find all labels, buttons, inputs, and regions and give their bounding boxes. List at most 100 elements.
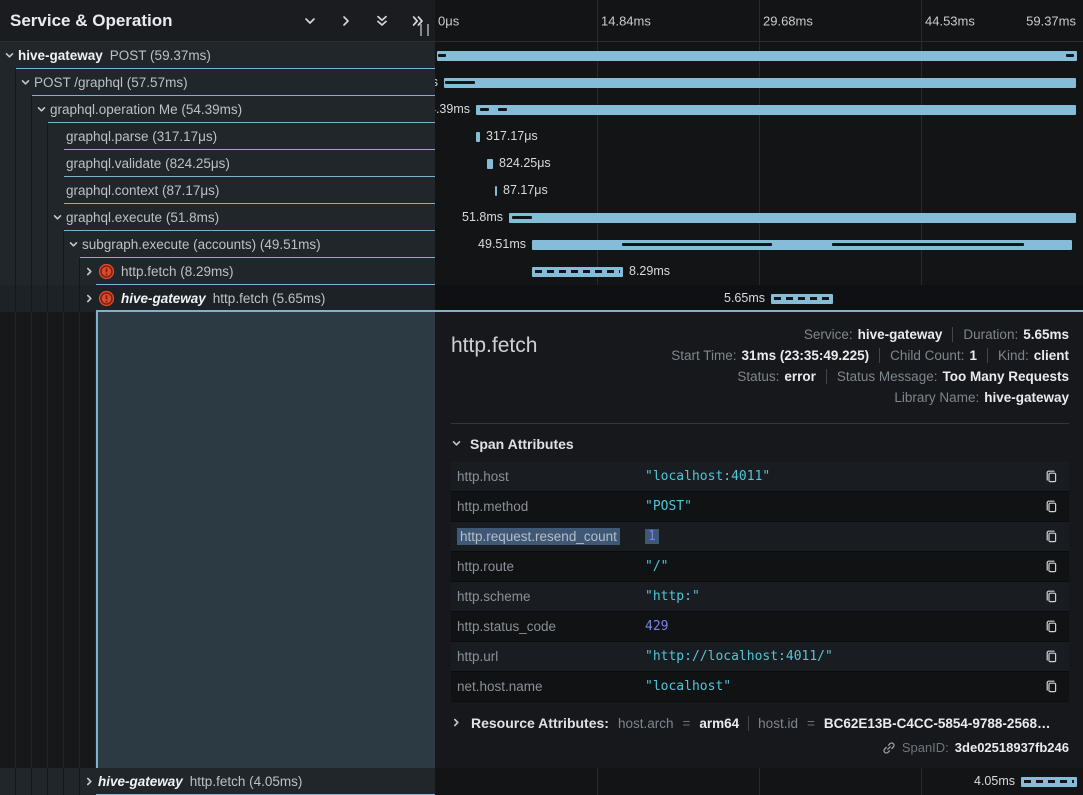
span-timeline-cell[interactable]: 8.29ms bbox=[435, 258, 1083, 285]
copy-icon[interactable] bbox=[1044, 649, 1059, 664]
child-span-mark bbox=[445, 81, 475, 84]
span-row[interactable]: graphql.validate (824.25μs)824.25μs bbox=[0, 150, 1083, 177]
double-chevron-down-icon[interactable] bbox=[375, 14, 389, 28]
duration-bar[interactable] bbox=[1021, 777, 1077, 787]
chevron-down-icon[interactable] bbox=[303, 14, 317, 28]
resource-equals: = bbox=[682, 716, 690, 731]
chevron-down-icon[interactable] bbox=[0, 50, 18, 61]
span-name-cell[interactable]: hive-gatewayPOST (59.37ms) bbox=[0, 42, 435, 69]
span-timeline-cell[interactable]: 49.51ms bbox=[435, 231, 1083, 258]
meta-label: Service: bbox=[804, 327, 853, 342]
span-name-cell[interactable]: hive-gatewayhttp.fetch (5.65ms) bbox=[0, 285, 435, 312]
attribute-value: "POST" bbox=[645, 499, 1036, 514]
span-id-row: SpanID: 3de02518937fb246 bbox=[451, 740, 1069, 755]
span-tree: hive-gatewayPOST (59.37ms)POST /graphql … bbox=[0, 42, 1083, 312]
resource-equals: = bbox=[807, 716, 815, 731]
copy-icon[interactable] bbox=[1044, 619, 1059, 634]
span-row[interactable]: hive-gatewayhttp.fetch (5.65ms)5.65ms bbox=[0, 285, 1083, 312]
span-name-cell[interactable]: graphql.context (87.17μs) bbox=[0, 177, 435, 204]
span-id-value: 3de02518937fb246 bbox=[955, 740, 1069, 755]
panel-resize-handle[interactable] bbox=[420, 24, 429, 36]
chevron-down-icon[interactable] bbox=[32, 104, 50, 115]
meta-value: error bbox=[784, 369, 816, 384]
chevron-right-icon[interactable] bbox=[339, 14, 353, 28]
span-name-label: subgraph.execute (accounts) (49.51ms) bbox=[82, 237, 321, 252]
child-span-mark bbox=[438, 54, 446, 57]
span-row[interactable]: graphql.context (87.17μs)87.17μs bbox=[0, 177, 1083, 204]
copy-icon[interactable] bbox=[1044, 559, 1059, 574]
duration-bar[interactable] bbox=[509, 213, 1076, 223]
span-name-cell[interactable]: hive-gatewayhttp.fetch (4.05ms) bbox=[0, 768, 435, 795]
span-meta-line: Status:errorStatus Message:Too Many Requ… bbox=[737, 366, 1069, 387]
span-timeline-cell[interactable]: 51.8ms bbox=[435, 204, 1083, 231]
span-row[interactable]: graphql.parse (317.17μs)317.17μs bbox=[0, 123, 1083, 150]
span-name-cell[interactable]: POST /graphql (57.57ms) bbox=[0, 69, 435, 96]
error-icon bbox=[98, 290, 115, 307]
divider bbox=[451, 423, 1069, 424]
copy-icon[interactable] bbox=[1044, 589, 1059, 604]
duration-bar[interactable] bbox=[437, 51, 1077, 61]
span-row[interactable]: POST /graphql (57.57ms)57.57ms bbox=[0, 69, 1083, 96]
span-timeline-cell[interactable]: 57.57ms bbox=[435, 69, 1083, 96]
attribute-key: http.status_code bbox=[457, 619, 645, 634]
span-name-label: http.fetch (5.65ms) bbox=[213, 291, 326, 306]
span-timeline-cell[interactable]: 87.17μs bbox=[435, 177, 1083, 204]
span-timeline-cell[interactable] bbox=[435, 42, 1083, 69]
meta-divider bbox=[879, 348, 880, 363]
attribute-value-text: "/" bbox=[645, 559, 668, 574]
span-name-cell[interactable]: subgraph.execute (accounts) (49.51ms) bbox=[0, 231, 435, 258]
duration-bar[interactable] bbox=[532, 240, 1072, 250]
span-row[interactable]: hive-gatewayPOST (59.37ms) bbox=[0, 42, 1083, 69]
chevron-down-icon[interactable] bbox=[64, 239, 82, 250]
attribute-key-text: http.request.resend_count bbox=[457, 528, 620, 545]
span-row[interactable]: hive-gatewayhttp.fetch (4.05ms) 4.05ms bbox=[0, 768, 1083, 795]
duration-label: 4.05ms bbox=[974, 768, 1015, 795]
meta-label: Status: bbox=[737, 369, 779, 384]
duration-bar[interactable] bbox=[495, 186, 497, 196]
span-meta-line: Service:hive-gatewayDuration:5.65ms bbox=[804, 324, 1069, 345]
span-timeline-cell[interactable]: 5.65ms bbox=[435, 285, 1083, 312]
duration-bar[interactable] bbox=[476, 105, 1076, 115]
duration-bar[interactable] bbox=[532, 267, 623, 277]
span-name-cell[interactable]: graphql.parse (317.17μs) bbox=[0, 123, 435, 150]
duration-bar[interactable] bbox=[444, 78, 1076, 88]
span-row[interactable]: graphql.execute (51.8ms)51.8ms bbox=[0, 204, 1083, 231]
span-timeline-cell[interactable]: 4.05ms bbox=[435, 768, 1083, 795]
span-name-cell[interactable]: http.fetch (8.29ms) bbox=[0, 258, 435, 285]
meta-divider bbox=[826, 369, 827, 384]
duration-bar[interactable] bbox=[487, 159, 493, 169]
span-meta: Service:hive-gatewayDuration:5.65ms Start… bbox=[671, 324, 1069, 408]
duration-bar[interactable] bbox=[771, 294, 833, 304]
chevron-right-icon[interactable] bbox=[80, 293, 98, 304]
copy-icon[interactable] bbox=[1044, 529, 1059, 544]
span-row[interactable]: subgraph.execute (accounts) (49.51ms) 49.… bbox=[0, 231, 1083, 258]
span-name-cell[interactable]: graphql.execute (51.8ms) bbox=[0, 204, 435, 231]
span-timeline-cell[interactable]: 54.39ms bbox=[435, 96, 1083, 123]
resource-attributes-row[interactable]: Resource Attributes:host.arch=arm64host.… bbox=[451, 715, 1069, 731]
span-timeline-cell[interactable]: 317.17μs bbox=[435, 123, 1083, 150]
copy-icon[interactable] bbox=[1044, 469, 1059, 484]
meta-label: Start Time: bbox=[671, 348, 736, 363]
span-row[interactable]: graphql.operation Me (54.39ms)54.39ms bbox=[0, 96, 1083, 123]
selected-span-accent-line bbox=[96, 310, 1083, 312]
copy-icon[interactable] bbox=[1044, 499, 1059, 514]
link-icon[interactable] bbox=[882, 741, 896, 755]
indent-guides bbox=[0, 150, 48, 177]
span-id-label: SpanID: bbox=[902, 740, 949, 755]
duration-bar[interactable] bbox=[476, 132, 480, 142]
child-span-mark bbox=[1066, 54, 1074, 57]
span-name-cell[interactable]: graphql.operation Me (54.39ms) bbox=[0, 96, 435, 123]
span-timeline-cell[interactable]: 824.25μs bbox=[435, 150, 1083, 177]
chevron-down-icon[interactable] bbox=[48, 212, 66, 223]
chevron-right-icon[interactable] bbox=[80, 266, 98, 277]
copy-icon[interactable] bbox=[1044, 679, 1059, 694]
span-row[interactable]: http.fetch (8.29ms)8.29ms bbox=[0, 258, 1083, 285]
chevron-down-icon[interactable] bbox=[16, 77, 34, 88]
chevron-right-icon[interactable] bbox=[80, 776, 98, 787]
attribute-value: 429 bbox=[645, 619, 1036, 634]
indent-guides bbox=[0, 123, 48, 150]
span-name-cell[interactable]: graphql.validate (824.25μs) bbox=[0, 150, 435, 177]
indent-guides bbox=[0, 177, 48, 204]
resource-divider bbox=[748, 716, 749, 731]
span-attributes-header[interactable]: Span Attributes bbox=[451, 436, 1069, 452]
